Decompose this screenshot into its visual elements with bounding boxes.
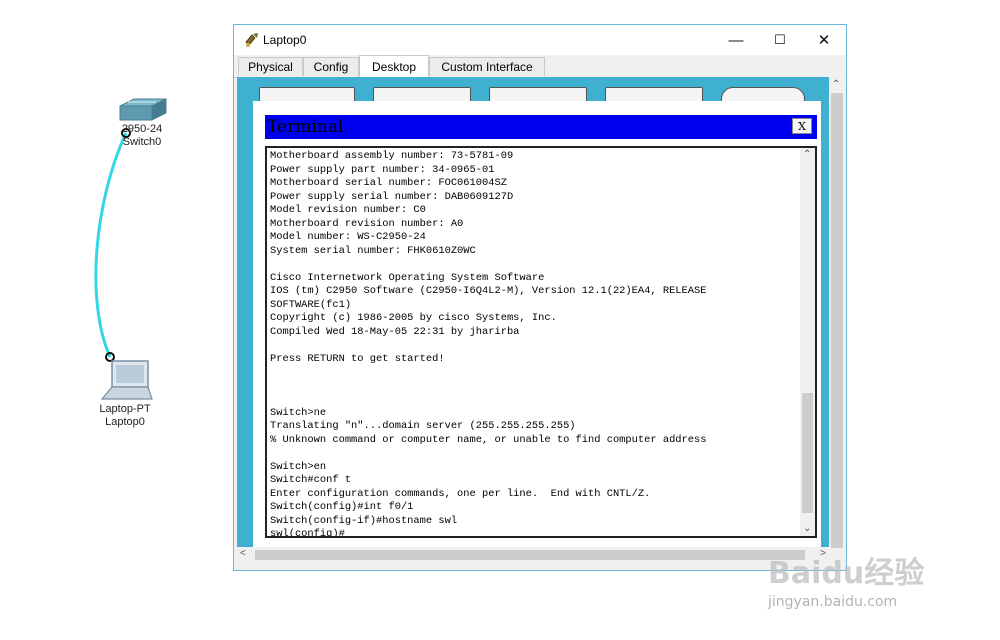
baidu-watermark: Baidu经验 jingyan.baidu.com bbox=[764, 548, 974, 620]
laptop-model-label: Laptop-PT bbox=[99, 403, 151, 415]
terminal-output: Motherboard assembly number: 73-5781-09 … bbox=[270, 150, 707, 538]
tab-config[interactable]: Config bbox=[303, 57, 359, 76]
desktop-horizontal-scroll-thumb[interactable] bbox=[255, 550, 805, 560]
desktop-area: Terminal X Motherboard assembly number: … bbox=[237, 77, 829, 547]
watermark-url: jingyan.baidu.com bbox=[768, 594, 898, 610]
minimize-button[interactable]: — bbox=[714, 25, 758, 55]
scroll-up-arrow-icon[interactable]: ⌃ bbox=[803, 149, 811, 160]
tab-physical[interactable]: Physical bbox=[238, 57, 303, 76]
terminal-scroll-thumb[interactable] bbox=[802, 393, 813, 513]
window-titlebar[interactable]: Laptop0 — ☐ ✕ bbox=[234, 25, 846, 55]
close-button[interactable]: ✕ bbox=[802, 25, 846, 55]
tab-custom-interface[interactable]: Custom Interface bbox=[429, 57, 545, 76]
switch-name-label: Switch0 bbox=[122, 136, 162, 148]
scroll-up-arrow-icon[interactable]: ⌃ bbox=[832, 79, 840, 90]
tab-desktop[interactable]: Desktop bbox=[359, 55, 429, 77]
watermark-brand: Baidu经验 bbox=[768, 556, 925, 591]
scroll-left-arrow-icon[interactable]: < bbox=[240, 548, 246, 559]
scroll-down-arrow-icon[interactable]: ⌄ bbox=[803, 523, 811, 534]
laptop-name-label: Laptop0 bbox=[105, 416, 145, 428]
maximize-button[interactable]: ☐ bbox=[758, 25, 802, 55]
switch-icon[interactable] bbox=[114, 98, 168, 124]
desktop-vertical-scrollbar[interactable]: ⌃ bbox=[829, 77, 845, 548]
device-tabs: Physical Config Desktop Custom Interface bbox=[234, 55, 846, 78]
terminal-title: Terminal bbox=[267, 117, 344, 137]
console-cable bbox=[94, 128, 131, 362]
window-title: Laptop0 bbox=[263, 33, 307, 47]
laptop-window: Laptop0 — ☐ ✕ Physical Config Desktop Cu… bbox=[233, 24, 847, 571]
terminal-console[interactable]: Motherboard assembly number: 73-5781-09 … bbox=[265, 146, 817, 538]
packet-tracer-app-icon bbox=[245, 33, 258, 47]
terminal-scrollbar[interactable]: ⌃ ⌄ bbox=[800, 148, 815, 536]
terminal-close-button[interactable]: X bbox=[792, 118, 812, 134]
desktop-vertical-scroll-thumb[interactable] bbox=[831, 93, 843, 548]
switch-model-label: 2950-24 bbox=[121, 123, 163, 135]
laptop-icon[interactable] bbox=[98, 359, 154, 403]
terminal-header: Terminal X bbox=[265, 115, 817, 139]
desktop-horizontal-scrollbar[interactable]: < > bbox=[237, 547, 829, 563]
terminal-panel: Terminal X Motherboard assembly number: … bbox=[253, 101, 821, 547]
